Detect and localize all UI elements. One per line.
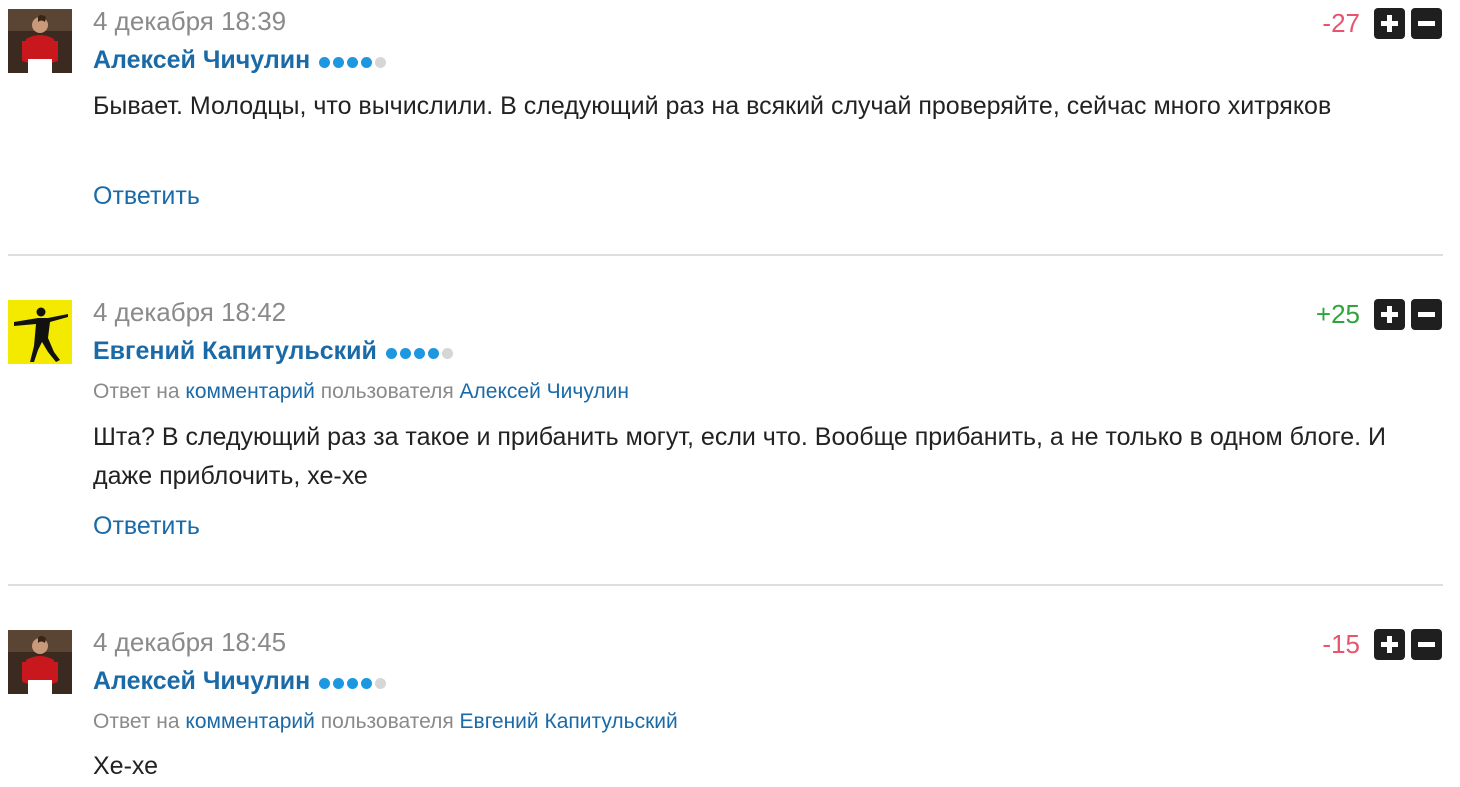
rank-dot-filled [319,57,331,68]
reply-comment-link[interactable]: комментарий [185,710,314,733]
reply-prefix: Ответ на [93,380,186,403]
upvote-button[interactable] [1374,628,1405,660]
user-avatar[interactable] [8,9,72,73]
comment-score: -27 [1322,8,1360,38]
rank-dot-filled [333,57,345,68]
upvote-button[interactable] [1374,7,1405,39]
reply-button[interactable]: Ответить [93,180,200,212]
rank-dot-empty [375,678,387,689]
rank-dot-filled [413,348,425,359]
rank-dot-empty [375,57,387,68]
user-avatar[interactable] [8,630,72,694]
comment-text: Хе-хе [93,752,159,780]
reply-middle: пользователя [314,710,460,733]
rank-dot-filled [319,678,331,689]
comment-timestamp: 4 декабря 18:45 [93,627,287,657]
comment-timestamp: 4 декабря 18:42 [93,297,287,327]
downvote-button[interactable] [1411,628,1442,660]
reply-user-link[interactable]: Алексей Чичулин [460,380,629,403]
minus-icon [1418,641,1435,647]
comment-rating: +25 [1316,298,1442,330]
rank-dot-filled [361,57,373,68]
comment-rating: -15 [1322,628,1442,660]
user-rank-dots [319,57,387,68]
reply-user-link[interactable]: Евгений Капитульский [460,710,678,733]
upvote-button[interactable] [1374,298,1405,330]
reply-middle: пользователя [314,380,460,403]
comments-list: 4 декабря 18:39 Алексей Чичулин Бывает. … [0,0,1460,787]
rank-dot-filled [361,678,373,689]
plus-icon-bar [1387,635,1392,653]
rank-dot-filled [333,678,345,689]
comment-rating: -27 [1322,7,1442,39]
comment-divider [8,254,1443,256]
user-rank-dots [385,348,453,359]
comment-divider [8,584,1443,586]
reply-prefix: Ответ на [93,710,186,733]
comment-author[interactable]: Евгений Капитульский [93,335,377,367]
comment-score: -15 [1322,629,1360,659]
comment: 4 декабря 18:39 Алексей Чичулин Бывает. … [0,0,1460,255]
author-line: Алексей Чичулин [93,665,387,697]
plus-icon-bar [1387,305,1392,323]
comment-text: Шта? В следующий раз за такое и прибанит… [93,423,1386,490]
comment-score: +25 [1315,299,1360,329]
comment: 4 декабря 18:45 Алексей Чичулин Ответ на… [0,621,1460,787]
comment-text: Бывает. Молодцы, что вычислили. В следую… [93,92,1332,120]
rank-dot-filled [427,348,439,359]
user-avatar[interactable] [8,300,72,364]
minus-icon [1418,20,1435,26]
reply-reference: Ответ на комментарий пользователя Алексе… [93,378,629,406]
comment-timestamp: 4 декабря 18:39 [93,6,287,36]
user-rank-dots [319,678,387,689]
minus-icon [1418,311,1435,317]
rank-dot-filled [385,348,397,359]
comment-author[interactable]: Алексей Чичулин [93,44,310,76]
comment: 4 декабря 18:42 Евгений Капитульский Отв… [0,291,1460,585]
author-line: Евгений Капитульский [93,335,453,367]
comment-author[interactable]: Алексей Чичулин [93,665,310,697]
plus-icon-bar [1387,14,1392,32]
rank-dot-empty [441,348,453,359]
rank-dot-filled [347,57,359,68]
reply-comment-link[interactable]: комментарий [185,380,314,403]
reply-button[interactable]: Ответить [93,510,200,542]
downvote-button[interactable] [1411,7,1442,39]
downvote-button[interactable] [1411,298,1442,330]
rank-dot-filled [347,678,359,689]
author-line: Алексей Чичулин [93,44,387,76]
reply-reference: Ответ на комментарий пользователя Евгени… [93,708,678,736]
rank-dot-filled [399,348,411,359]
